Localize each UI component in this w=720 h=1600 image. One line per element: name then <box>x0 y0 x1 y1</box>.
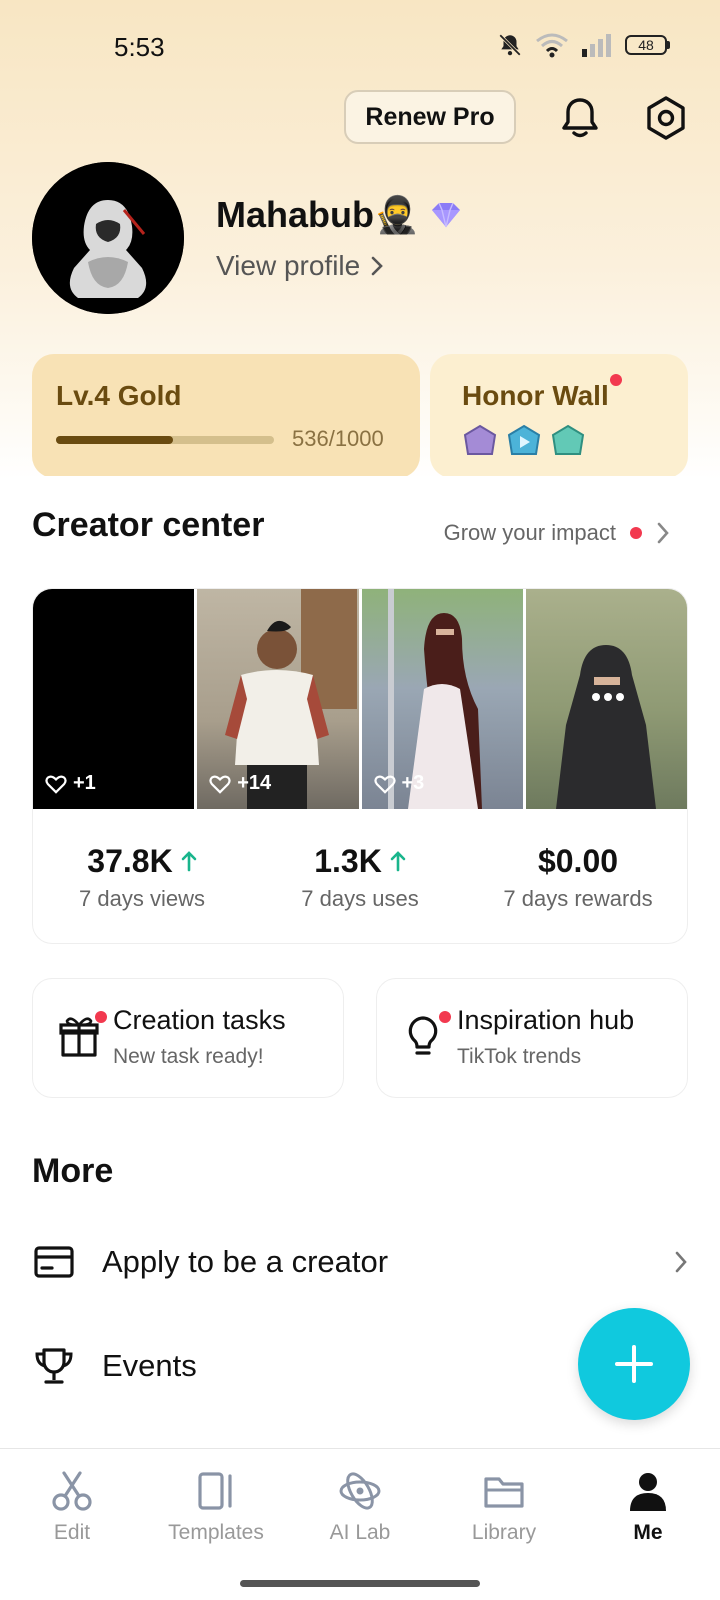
signal-icon <box>582 34 611 57</box>
video-likes: +14 <box>209 772 271 795</box>
mute-bell-icon <box>499 34 521 56</box>
chevron-right-icon <box>371 256 384 276</box>
heart-icon <box>373 775 396 794</box>
battery-icon: 48 <box>625 35 670 55</box>
honor-notification-dot <box>610 374 622 386</box>
honor-wall-title: Honor Wall <box>462 380 609 411</box>
creation-tasks-card[interactable]: Creation tasks New task ready! <box>32 978 344 1098</box>
grow-impact-label: Grow your impact <box>443 520 616 545</box>
avatar[interactable] <box>32 162 184 314</box>
badge-blue-icon <box>507 424 541 455</box>
video-thumbnail-art <box>555 645 656 809</box>
gift-icon <box>59 1017 99 1057</box>
stat-value: 37.8K <box>87 842 173 879</box>
status-icons: 48 <box>497 32 670 58</box>
creator-stats: 37.8K 7 days views 1.3K 7 days uses $0.0… <box>33 809 687 943</box>
creator-center-card: +1 +14 +3 37.8K 7 days views 1.3K 7 days… <box>32 588 688 944</box>
level-progress-fill <box>56 436 173 444</box>
folder-icon <box>484 1477 524 1508</box>
status-bar: 5:53 48 <box>0 0 720 96</box>
video-thumbnail[interactable] <box>525 589 687 809</box>
card-icon <box>34 1246 74 1278</box>
wifi-icon <box>536 33 568 58</box>
likes-count: +1 <box>73 772 96 794</box>
badge-teal-icon <box>551 424 585 455</box>
nav-edit[interactable]: Edit <box>12 1469 132 1545</box>
task-notification-dot <box>439 1011 451 1023</box>
more-title: More <box>32 1152 114 1190</box>
stat-views[interactable]: 37.8K 7 days views <box>33 809 251 943</box>
nav-label: Edit <box>53 1521 91 1544</box>
task-subtitle: TikTok trends <box>457 1045 582 1068</box>
scissors-icon <box>52 1471 92 1511</box>
task-subtitle: New task ready! <box>113 1045 264 1068</box>
username-text: Mahabub🥷 <box>216 194 419 235</box>
video-likes: +1 <box>45 772 96 795</box>
nav-library[interactable]: Library <box>444 1469 564 1545</box>
battery-level: 48 <box>625 35 667 55</box>
video-thumbnail[interactable]: +14 <box>197 589 359 809</box>
stat-value: 1.3K <box>314 842 382 879</box>
video-likes: +3 <box>373 772 425 795</box>
honor-badges <box>462 424 586 460</box>
stat-uses[interactable]: 1.3K 7 days uses <box>251 809 469 943</box>
level-progress-bar <box>56 436 274 444</box>
trophy-icon <box>35 1348 73 1384</box>
video-thumbnails: +1 +14 +3 <box>33 589 687 809</box>
chevron-right-icon <box>657 522 669 544</box>
lightbulb-icon <box>408 1016 438 1055</box>
settings-gear-icon[interactable] <box>642 94 690 142</box>
level-card[interactable]: Lv.4 Gold 536/1000 <box>32 354 420 478</box>
view-profile-label: View profile <box>216 250 361 281</box>
video-thumbnail[interactable]: +3 <box>361 589 523 809</box>
stat-label: 7 days rewards <box>503 885 653 911</box>
templates-icon <box>198 1472 232 1510</box>
task-title: Creation tasks <box>113 1005 286 1035</box>
stat-value: $0.00 <box>537 842 619 879</box>
menu-label: Apply to be a creator <box>102 1244 389 1279</box>
stat-label: 7 days views <box>79 885 205 911</box>
task-notification-dot <box>95 1011 107 1023</box>
task-title: Inspiration hub <box>457 1005 635 1035</box>
status-time: 5:53 <box>114 32 165 62</box>
nav-me[interactable]: Me <box>588 1469 708 1545</box>
inspiration-hub-card[interactable]: Inspiration hub TikTok trends <box>376 978 688 1098</box>
create-fab-button[interactable] <box>578 1308 690 1420</box>
badge-purple-icon <box>463 424 497 455</box>
avatar-image <box>32 162 184 314</box>
nav-templates[interactable]: Templates <box>156 1469 276 1545</box>
chevron-right-icon <box>675 1251 687 1273</box>
bottom-nav: Edit Templates AI Lab Library Me <box>0 1448 720 1600</box>
video-thumbnail[interactable]: +1 <box>33 589 195 809</box>
likes-count: +3 <box>401 772 425 794</box>
creator-center-title: Creator center <box>32 506 265 544</box>
plus-icon <box>615 1345 653 1383</box>
apply-creator-row[interactable]: Apply to be a creator <box>32 1222 688 1302</box>
nav-ai-lab[interactable]: AI Lab <box>300 1469 420 1545</box>
person-icon <box>630 1473 666 1511</box>
renew-pro-button[interactable]: Renew Pro <box>344 90 516 144</box>
level-progress-text: 536/1000 <box>292 426 384 451</box>
nav-label: Me <box>633 1521 663 1544</box>
likes-count: +14 <box>237 772 272 794</box>
home-indicator[interactable] <box>240 1580 480 1587</box>
pro-diamond-icon <box>431 202 460 228</box>
grow-notification-dot <box>630 527 642 539</box>
grow-impact-link[interactable]: Grow your impact <box>444 520 670 546</box>
notification-bell-icon[interactable] <box>556 94 604 142</box>
honor-wall-card[interactable]: Honor Wall <box>430 354 688 478</box>
view-profile-link[interactable]: View profile <box>216 250 384 282</box>
level-title: Lv.4 Gold <box>56 380 182 411</box>
nav-label: AI Lab <box>329 1521 391 1544</box>
trend-up-icon <box>181 851 196 872</box>
nav-label: Templates <box>168 1521 264 1544</box>
trend-up-icon <box>390 851 406 872</box>
heart-icon <box>209 775 231 794</box>
heart-icon <box>45 775 67 794</box>
stat-rewards[interactable]: $0.00 7 days rewards <box>469 809 687 943</box>
nav-label: Library <box>471 1521 537 1544</box>
stat-label: 7 days uses <box>301 885 419 911</box>
ai-lab-icon <box>339 1472 381 1510</box>
profile-name: Mahabub🥷 <box>216 194 463 236</box>
